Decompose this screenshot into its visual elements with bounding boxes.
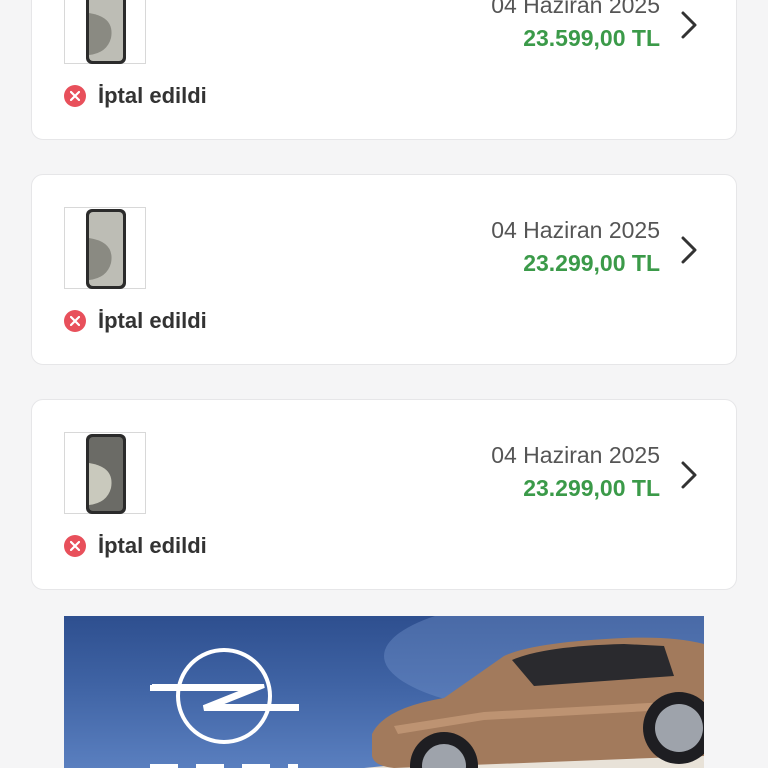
status-label: İptal edildi — [98, 308, 207, 333]
ad-banner[interactable] — [64, 616, 704, 768]
order-status: İptal edildi — [64, 532, 207, 560]
order-card[interactable]: İptal edildi 04 Haziran 2025 23.299,00 T… — [31, 399, 737, 590]
order-status: İptal edildi — [64, 82, 207, 110]
order-price: 23.299,00 TL — [523, 475, 660, 501]
order-price: 23.299,00 TL — [523, 250, 660, 276]
order-status: İptal edildi — [64, 307, 207, 335]
status-label: İptal edildi — [98, 83, 207, 108]
status-label: İptal edildi — [98, 533, 207, 558]
cancel-status-icon — [64, 535, 86, 557]
order-date: 04 Haziran 2025 — [491, 217, 660, 243]
order-card[interactable]: İptal edildi 04 Haziran 2025 23.599,00 T… — [31, 0, 737, 140]
order-price: 23.599,00 TL — [523, 25, 660, 51]
opel-logo-icon — [150, 648, 299, 744]
cancel-status-icon — [64, 310, 86, 332]
chevron-right-icon[interactable] — [680, 460, 698, 490]
car-advertisement-image — [150, 616, 704, 768]
chevron-right-icon[interactable] — [680, 10, 698, 40]
cancel-status-icon — [64, 85, 86, 107]
product-thumbnail — [64, 432, 146, 514]
product-thumbnail — [64, 207, 146, 289]
order-card[interactable]: İptal edildi 04 Haziran 2025 23.299,00 T… — [31, 174, 737, 365]
chevron-right-icon[interactable] — [680, 235, 698, 265]
order-date: 04 Haziran 2025 — [491, 442, 660, 468]
product-thumbnail — [64, 0, 146, 64]
order-date: 04 Haziran 2025 — [491, 0, 660, 18]
